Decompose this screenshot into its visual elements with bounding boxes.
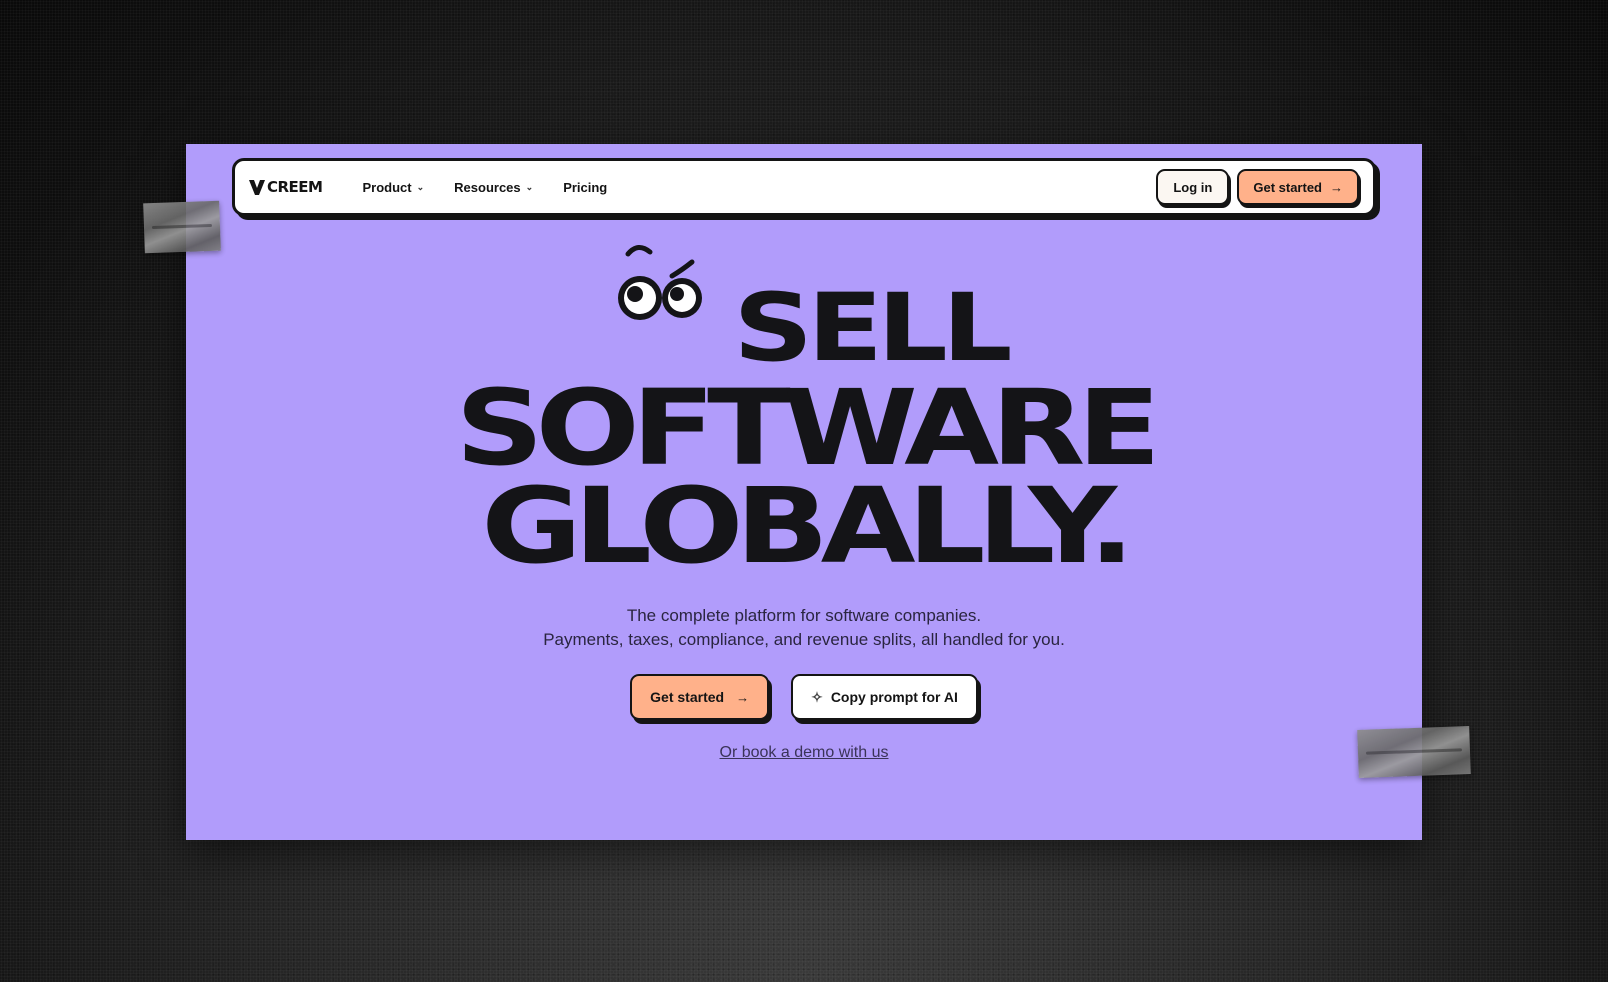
headline-line-1: SELL — [733, 274, 1012, 383]
button-label: Get started — [1253, 179, 1322, 195]
button-label: Get started — [650, 689, 725, 705]
top-nav: CREEM Product ⌄ Resources ⌄ Pricing Log … — [232, 158, 1376, 216]
nav-get-started-button[interactable]: Get started → — [1237, 169, 1359, 205]
demo-link-label: Or book a demo with us — [719, 744, 889, 761]
cta-row: Get started → ✧ Copy prompt for AI — [186, 674, 1422, 720]
nav-item-label: Resources — [454, 179, 521, 195]
arrow-right-icon: → — [1330, 179, 1343, 195]
hero-subtitle-2: Payments, taxes, compliance, and revenue… — [543, 630, 1065, 649]
chevron-down-icon: ⌄ — [416, 181, 425, 192]
tape-decoration-right — [1357, 726, 1471, 778]
nav-links: Product ⌄ Resources ⌄ Pricing — [362, 180, 607, 195]
nav-item-label: Product — [362, 179, 412, 195]
logo[interactable]: CREEM — [249, 178, 323, 196]
headline-line-3: GLOBALLY. — [481, 465, 1135, 587]
nav-item-pricing[interactable]: Pricing — [563, 180, 607, 195]
login-button[interactable]: Log in — [1156, 169, 1230, 205]
nav-item-label: Pricing — [563, 179, 608, 195]
logo-text: CREEM — [267, 178, 323, 196]
hero-panel: CREEM Product ⌄ Resources ⌄ Pricing Log … — [186, 144, 1422, 840]
copy-prompt-button[interactable]: ✧ Copy prompt for AI — [791, 674, 978, 720]
arrow-right-icon: → — [736, 689, 750, 705]
hero-get-started-button[interactable]: Get started → — [630, 674, 770, 720]
book-demo-link[interactable]: Or book a demo with us — [186, 744, 1422, 762]
nav-actions: Log in Get started → — [1156, 169, 1359, 205]
nav-item-product[interactable]: Product ⌄ — [362, 180, 424, 195]
nav-item-resources[interactable]: Resources ⌄ — [454, 180, 533, 195]
button-label: Copy prompt for AI — [830, 689, 958, 705]
chevron-down-icon: ⌄ — [525, 181, 534, 192]
sparkle-icon: ✧ — [811, 688, 823, 705]
tape-decoration-left — [143, 200, 221, 254]
hero-subtitle-1: The complete platform for software compa… — [626, 606, 982, 625]
logo-mark-icon — [249, 179, 265, 195]
